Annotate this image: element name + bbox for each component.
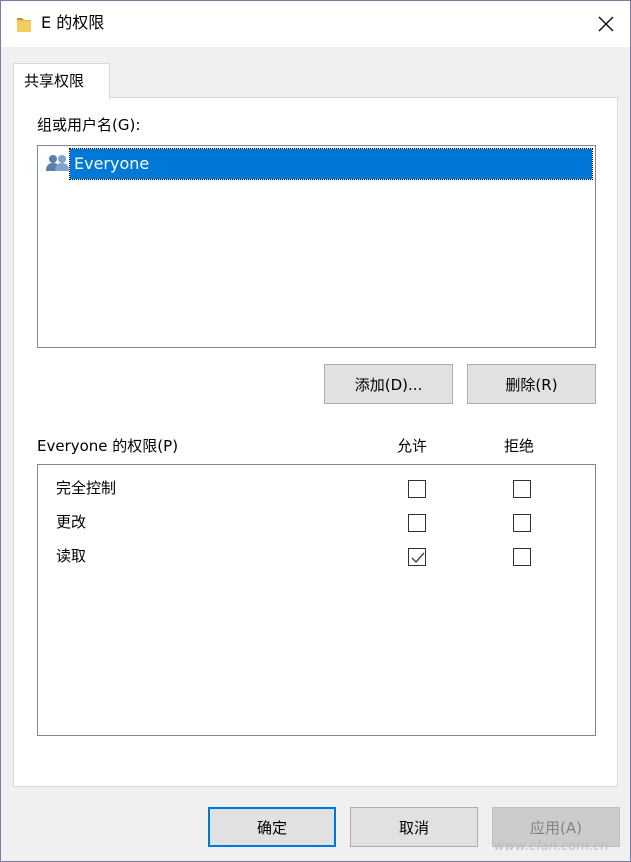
title-bar: E 的权限 <box>1 1 630 47</box>
checkmark-icon <box>411 552 425 564</box>
watermark: www.cfan.com.cn <box>494 839 609 854</box>
add-button[interactable]: 添加(D)... <box>324 364 453 404</box>
permission-name: 更改 <box>56 513 87 531</box>
permission-row-full-control: 完全控制 <box>38 476 595 502</box>
permission-name: 完全控制 <box>56 479 117 497</box>
permission-row-read: 读取 <box>38 544 595 570</box>
group-user-list[interactable]: Everyone <box>37 145 596 348</box>
window-title: E 的权限 <box>41 13 105 32</box>
permissions-label: Everyone 的权限(P) <box>37 437 179 455</box>
deny-checkbox-read[interactable] <box>513 548 531 566</box>
permissions-dialog: E 的权限 共享权限 组或用户名(G): Everyone 添加(D)... 删… <box>0 0 631 862</box>
remove-button[interactable]: 删除(R) <box>467 364 596 404</box>
allow-checkbox-full-control[interactable] <box>408 480 426 498</box>
permission-name: 读取 <box>56 547 87 565</box>
deny-checkbox-full-control[interactable] <box>513 480 531 498</box>
list-item[interactable]: Everyone <box>44 148 593 180</box>
list-item-label: Everyone <box>69 148 593 180</box>
cancel-button[interactable]: 取消 <box>350 807 478 847</box>
close-button[interactable] <box>584 5 628 43</box>
ok-button[interactable]: 确定 <box>208 807 336 847</box>
group-list-label: 组或用户名(G): <box>37 116 141 134</box>
tab-label: 共享权限 <box>24 72 85 90</box>
deny-column-header: 拒绝 <box>504 437 535 455</box>
folder-icon <box>17 18 31 32</box>
users-icon <box>46 155 69 171</box>
deny-checkbox-change[interactable] <box>513 514 531 532</box>
permissions-list: 完全控制 更改 读取 <box>37 464 596 736</box>
allow-checkbox-read[interactable] <box>408 548 426 566</box>
permission-row-change: 更改 <box>38 510 595 536</box>
allow-column-header: 允许 <box>397 437 428 455</box>
tab-share-permissions[interactable]: 共享权限 <box>13 63 110 99</box>
close-icon <box>598 16 614 32</box>
allow-checkbox-change[interactable] <box>408 514 426 532</box>
